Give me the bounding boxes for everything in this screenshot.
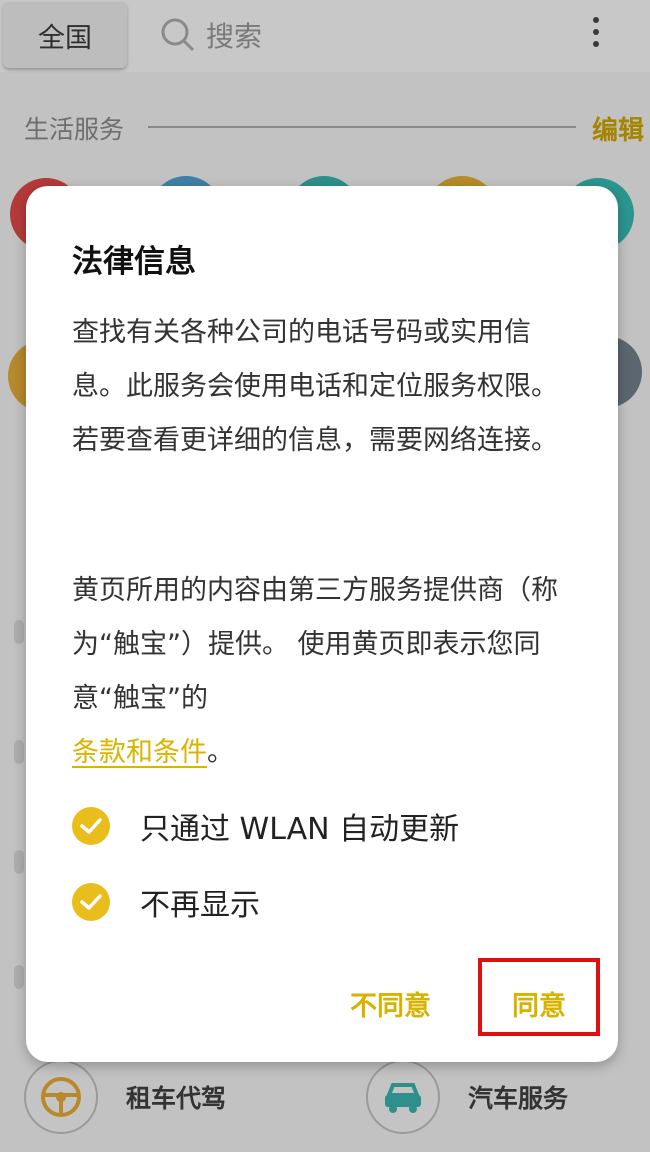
terms-link[interactable]: 条款和条件: [72, 737, 207, 768]
checkmark-icon: [72, 883, 110, 921]
list-marker: [14, 850, 24, 874]
bottom-item-rental[interactable]: 租车代驾: [24, 1060, 226, 1134]
list-marker: [14, 620, 24, 644]
search-icon: [161, 18, 195, 52]
car-icon: [366, 1060, 440, 1134]
agree-button[interactable]: 同意: [512, 984, 566, 1023]
steering-wheel-icon: [24, 1060, 98, 1134]
checkbox-label: 只通过 WLAN 自动更新: [140, 812, 460, 847]
wlan-update-checkbox[interactable]: 只通过 WLAN 自动更新: [72, 804, 459, 848]
section-title: 生活服务: [24, 115, 125, 144]
section-divider: [148, 126, 576, 128]
search-field[interactable]: 搜索: [160, 12, 262, 58]
dont-show-again-checkbox[interactable]: 不再显示: [72, 880, 260, 924]
edit-link[interactable]: 编辑: [592, 110, 644, 147]
bottom-item-car-service[interactable]: 汽车服务: [366, 1060, 568, 1134]
region-button[interactable]: 全国: [3, 2, 127, 68]
dialog-provider-text: 黄页所用的内容由第三方服务提供商（称为“触宝”）提供。 使用黄页即表示您同意“触…: [72, 564, 582, 780]
checkbox-label: 不再显示: [140, 888, 260, 923]
top-bar: 全国 搜索: [0, 0, 650, 72]
bottom-item-label: 租车代驾: [126, 1084, 227, 1113]
dialog-description: 查找有关各种公司的电话号码或实用信息。此服务会使用电话和定位服务权限。若要查看更…: [72, 317, 558, 456]
search-placeholder: 搜索: [206, 20, 263, 53]
list-marker: [14, 740, 24, 764]
terms-period: 。: [207, 737, 234, 768]
bottom-item-label: 汽车服务: [468, 1084, 569, 1113]
provider-text: 黄页所用的内容由第三方服务提供商（称为“触宝”）提供。 使用黄页即表示您同意“触…: [72, 575, 558, 714]
more-menu-icon[interactable]: [588, 14, 604, 54]
list-marker: [14, 965, 24, 989]
checkmark-icon: [72, 807, 110, 845]
dialog-title: 法律信息: [72, 244, 196, 280]
legal-info-dialog: 法律信息 查找有关各种公司的电话号码或实用信息。此服务会使用电话和定位服务权限。…: [26, 186, 618, 1062]
disagree-button[interactable]: 不同意: [350, 984, 431, 1023]
